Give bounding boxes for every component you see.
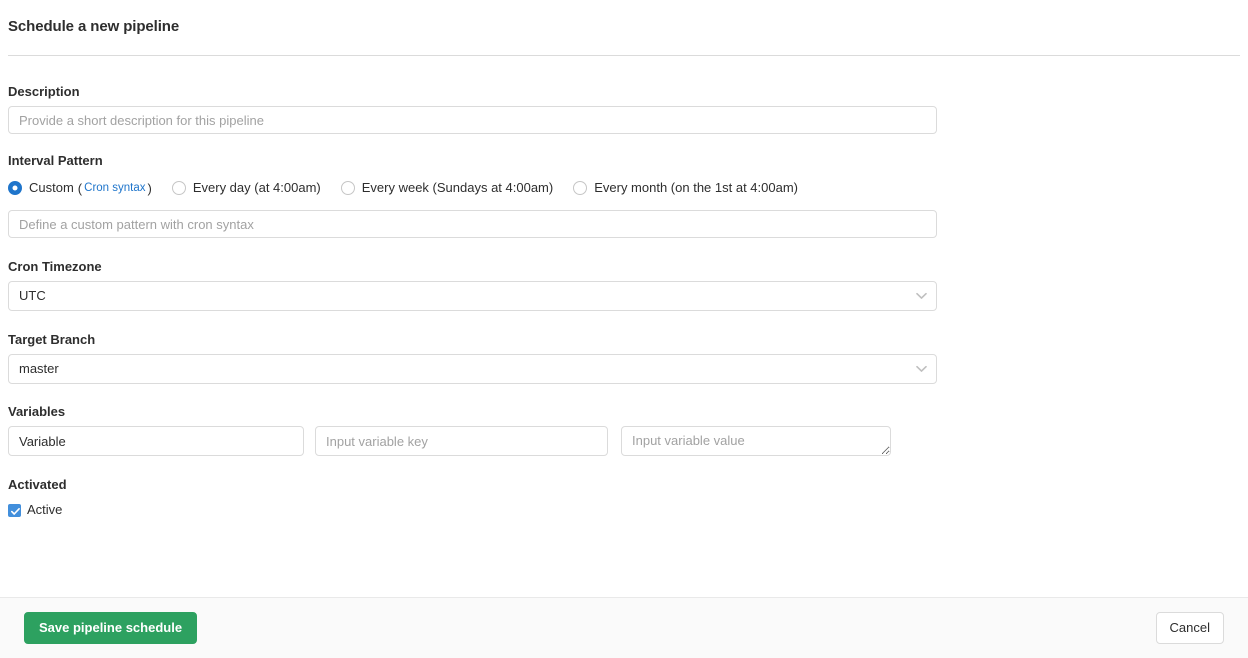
interval-pattern-field-group: Interval Pattern Custom ( Cron syntax ) …: [8, 152, 1240, 238]
radio-every-month-indicator[interactable]: [573, 181, 588, 195]
schedule-pipeline-form: Schedule a new pipeline Description Inte…: [0, 0, 1248, 658]
radio-every-month-label: Every month (on the 1st at 4:00am): [594, 180, 798, 195]
variable-type-select[interactable]: Variable: [8, 426, 304, 456]
variable-value-textarea[interactable]: [621, 426, 891, 456]
radio-option-custom[interactable]: Custom ( Cron syntax ): [8, 179, 152, 197]
cron-pattern-input[interactable]: [8, 210, 937, 238]
variable-key-input[interactable]: [315, 426, 608, 456]
radio-option-every-week[interactable]: Every week (Sundays at 4:00am): [340, 179, 554, 197]
variables-field-group: Variables Variable: [8, 403, 1240, 456]
cron-syntax-link[interactable]: Cron syntax: [84, 182, 145, 194]
variables-label: Variables: [8, 404, 66, 419]
cron-pattern-wrap: [8, 210, 1240, 238]
description-input[interactable]: [8, 106, 937, 134]
form-header: Schedule a new pipeline: [0, 0, 1248, 56]
cron-timezone-label: Cron Timezone: [8, 259, 102, 274]
form-footer: Save pipeline schedule Cancel: [0, 597, 1248, 658]
radio-every-day-indicator[interactable]: [171, 181, 186, 195]
target-branch-select-wrap[interactable]: master: [8, 354, 937, 384]
close-paren: ): [147, 180, 152, 196]
cancel-button[interactable]: Cancel: [1155, 612, 1224, 644]
form-body: Description Interval Pattern Custom ( Cr…: [0, 56, 1248, 519]
active-checkbox-row[interactable]: Active: [8, 501, 1240, 519]
activated-field-group: Activated Active: [8, 476, 1240, 519]
variable-type-select-wrap[interactable]: Variable: [8, 426, 304, 456]
open-paren: (: [77, 180, 83, 196]
radio-every-week-indicator[interactable]: [340, 181, 355, 195]
interval-pattern-radio-group: Custom ( Cron syntax ) Every day (at 4:0…: [8, 178, 1240, 198]
radio-custom-indicator[interactable]: [8, 181, 22, 195]
active-checkbox[interactable]: [8, 503, 21, 517]
target-branch-select[interactable]: master: [8, 354, 937, 384]
page-title: Schedule a new pipeline: [8, 18, 180, 35]
description-label: Description: [8, 84, 80, 99]
cron-timezone-field-group: Cron Timezone UTC: [8, 258, 1240, 311]
cron-timezone-select-wrap[interactable]: UTC: [8, 281, 937, 311]
active-checkbox-label: Active: [27, 502, 63, 517]
target-branch-label: Target Branch: [8, 332, 96, 347]
radio-custom-label: Custom: [29, 180, 74, 195]
radio-every-day-label: Every day (at 4:00am): [192, 180, 321, 195]
description-field-group: Description: [8, 83, 1240, 134]
radio-option-every-day[interactable]: Every day (at 4:00am): [171, 179, 321, 197]
radio-every-week-label: Every week (Sundays at 4:00am): [361, 180, 554, 195]
target-branch-field-group: Target Branch master: [8, 331, 1240, 384]
save-pipeline-schedule-button[interactable]: Save pipeline schedule: [24, 612, 198, 644]
variable-row: Variable: [8, 426, 1240, 456]
radio-option-every-month[interactable]: Every month (on the 1st at 4:00am): [573, 179, 798, 197]
interval-pattern-label: Interval Pattern: [8, 153, 103, 168]
check-icon: [11, 507, 20, 515]
activated-label: Activated: [8, 477, 67, 492]
cron-timezone-select[interactable]: UTC: [8, 281, 937, 311]
